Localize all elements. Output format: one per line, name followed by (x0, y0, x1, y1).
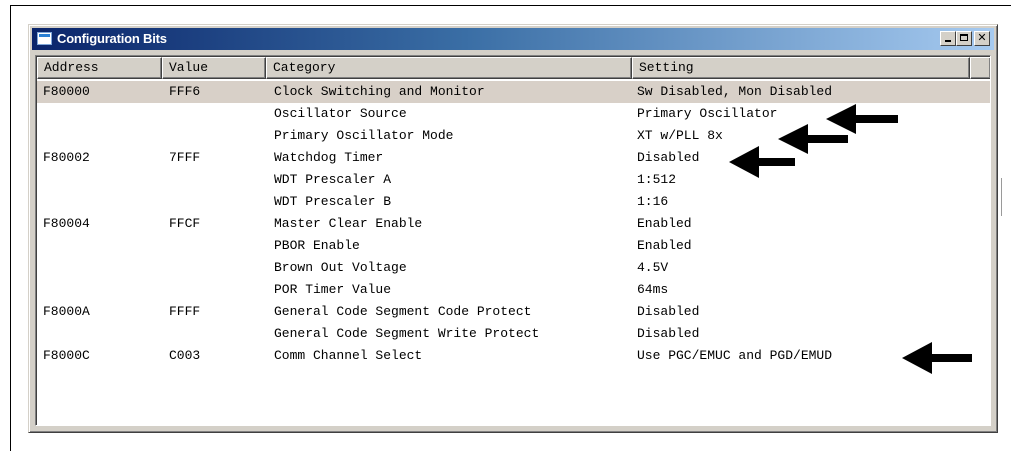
setting-cell: Enabled (637, 238, 692, 253)
table-row[interactable]: PBOR Enable Enabled (37, 235, 990, 257)
table-row[interactable]: Brown Out Voltage 4.5V (37, 257, 990, 279)
category-cell: WDT Prescaler B (274, 194, 392, 209)
column-header-value[interactable]: Value (162, 57, 266, 79)
setting-cell: Primary Oscillator (637, 106, 778, 121)
setting-cell: 1:16 (637, 194, 669, 209)
address-cell: F80004 (43, 216, 90, 231)
address-cell: F80000 (43, 84, 90, 99)
setting-cell: 1:512 (637, 172, 677, 187)
close-button[interactable]: ✕ (974, 31, 990, 46)
category-cell: POR Timer Value (274, 282, 392, 297)
category-cell: General Code Segment Write Protect (274, 326, 540, 341)
list-header: Address Value Category Setting (37, 57, 990, 79)
category-cell: WDT Prescaler A (274, 172, 392, 187)
setting-cell: Disabled (637, 150, 700, 165)
maximize-button[interactable] (956, 31, 972, 46)
setting-cell: Disabled (637, 304, 700, 319)
category-cell: Primary Oscillator Mode (274, 128, 454, 143)
column-header-filler (970, 57, 990, 79)
maximize-icon (960, 34, 968, 41)
left-arrow-icon (729, 146, 795, 178)
value-cell: FFFF (169, 304, 201, 319)
window-title: Configuration Bits (57, 31, 167, 46)
category-cell: Comm Channel Select (274, 348, 423, 363)
value-cell: C003 (169, 348, 201, 363)
value-cell: FFCF (169, 216, 201, 231)
value-cell: 7FFF (169, 150, 201, 165)
setting-cell: 64ms (637, 282, 669, 297)
table-row[interactable]: F80000 FFF6 Clock Switching and Monitor … (37, 81, 990, 103)
minimize-button[interactable] (940, 31, 956, 46)
left-arrow-icon (902, 342, 972, 374)
table-row[interactable]: F80004 FFCF Master Clear Enable Enabled (37, 213, 990, 235)
address-cell: F8000A (43, 304, 90, 319)
title-bar[interactable]: Configuration Bits ✕ (32, 28, 994, 50)
category-cell: General Code Segment Code Protect (274, 304, 532, 319)
figure-border-top (10, 5, 1011, 6)
category-cell: Brown Out Voltage (274, 260, 407, 275)
setting-cell: Disabled (637, 326, 700, 341)
configuration-bits-window: Configuration Bits ✕ Address Value Categ… (28, 24, 998, 433)
column-header-category[interactable]: Category (266, 57, 632, 79)
category-cell: PBOR Enable (274, 238, 360, 253)
address-cell: F80002 (43, 150, 90, 165)
setting-cell: Use PGC/EMUC and PGD/EMUD (637, 348, 833, 363)
table-row[interactable]: WDT Prescaler B 1:16 (37, 191, 990, 213)
category-cell: Oscillator Source (274, 106, 407, 121)
setting-cell: XT w/PLL 8x (637, 128, 723, 143)
address-cell: F8000C (43, 348, 90, 363)
table-row[interactable]: POR Timer Value 64ms (37, 279, 990, 301)
window-app-icon[interactable] (37, 32, 52, 45)
setting-cell: 4.5V (637, 260, 669, 275)
background-window-edge (1001, 178, 1002, 216)
table-row[interactable]: General Code Segment Write Protect Disab… (37, 323, 990, 345)
table-row[interactable]: F8000A FFFF General Code Segment Code Pr… (37, 301, 990, 323)
setting-cell: Enabled (637, 216, 692, 231)
table-row[interactable]: WDT Prescaler A 1:512 (37, 169, 990, 191)
close-icon: ✕ (977, 31, 987, 44)
table-row[interactable]: F8000C C003 Comm Channel Select Use PGC/… (37, 345, 990, 367)
minimize-icon (945, 40, 951, 42)
column-header-address[interactable]: Address (37, 57, 162, 79)
value-cell: FFF6 (169, 84, 201, 99)
category-cell: Watchdog Timer (274, 150, 384, 165)
figure-border-left (10, 5, 11, 451)
column-header-setting[interactable]: Setting (632, 57, 970, 79)
category-cell: Clock Switching and Monitor (274, 84, 485, 99)
category-cell: Master Clear Enable (274, 216, 423, 231)
setting-cell: Sw Disabled, Mon Disabled (637, 84, 833, 99)
